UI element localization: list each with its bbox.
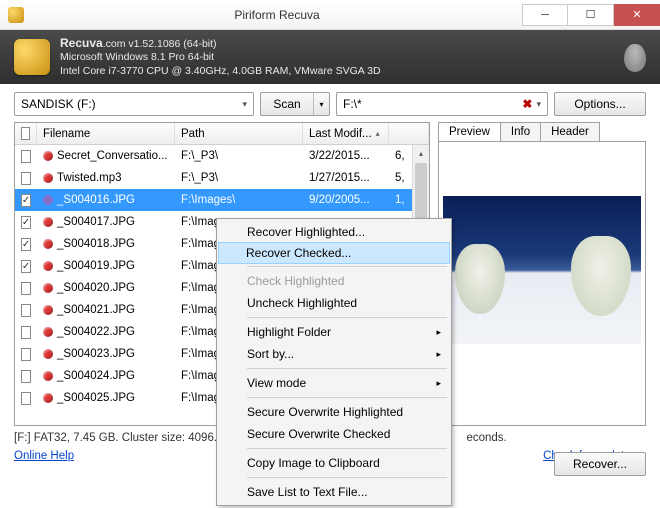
status-dot-icon: [43, 195, 53, 205]
scan-dropdown-icon[interactable]: ▾: [313, 93, 329, 115]
column-filename[interactable]: Filename: [37, 123, 175, 144]
preview-pane: [438, 141, 646, 426]
droplet-icon: [624, 44, 646, 72]
modified-cell: 1/27/2015...: [303, 172, 389, 184]
recover-button[interactable]: Recover...: [554, 452, 646, 476]
column-path[interactable]: Path: [175, 123, 303, 144]
status-dot-icon: [43, 283, 53, 293]
status-dot-icon: [43, 371, 53, 381]
list-header: Filename Path Last Modif...▴: [15, 123, 429, 145]
status-dot-icon: [43, 151, 53, 161]
filename-cell: _S004023.JPG: [57, 348, 135, 360]
tab-info[interactable]: Info: [500, 122, 541, 141]
path-cell: F:\_P3\: [175, 172, 303, 184]
menu-sort-by[interactable]: Sort by...▸: [219, 343, 449, 365]
row-checkbox[interactable]: ✓: [21, 194, 31, 207]
status-dot-icon: [43, 173, 53, 183]
hw-label: Intel Core i7-3770 CPU @ 3.40GHz, 4.0GB …: [60, 65, 381, 78]
online-help-link[interactable]: Online Help: [14, 450, 74, 462]
options-button[interactable]: Options...: [554, 92, 646, 116]
menu-copy-image[interactable]: Copy Image to Clipboard: [219, 452, 449, 474]
scroll-up-icon[interactable]: ▴: [413, 145, 429, 162]
submenu-arrow-icon: ▸: [436, 349, 441, 360]
row-checkbox[interactable]: [21, 150, 31, 163]
status-dot-icon: [43, 217, 53, 227]
filename-cell: Secret_Conversatio...: [57, 150, 168, 162]
modified-cell: 9/20/2005...: [303, 194, 389, 206]
minimize-button[interactable]: ─: [522, 4, 568, 26]
app-header: Recuva.com v1.52.1086 (64-bit) Microsoft…: [0, 30, 660, 84]
path-cell: F:\Images\: [175, 194, 303, 206]
titlebar: Piriform Recuva ─ ☐ ✕: [0, 0, 660, 30]
close-button[interactable]: ✕: [614, 4, 660, 26]
menu-check-highlighted[interactable]: Check Highlighted: [219, 270, 449, 292]
row-checkbox[interactable]: ✓: [21, 260, 31, 273]
table-row[interactable]: ✓_S004016.JPGF:\Images\9/20/2005...1,: [15, 189, 429, 211]
window-title: Piriform Recuva: [32, 8, 522, 22]
maximize-button[interactable]: ☐: [568, 4, 614, 26]
menu-highlight-folder[interactable]: Highlight Folder▸: [219, 321, 449, 343]
row-checkbox[interactable]: [21, 326, 31, 339]
menu-save-list[interactable]: Save List to Text File...: [219, 481, 449, 503]
menu-secure-overwrite-highlighted[interactable]: Secure Overwrite Highlighted: [219, 401, 449, 423]
row-checkbox[interactable]: [21, 304, 31, 317]
chevron-down-icon: ▾: [242, 99, 247, 110]
path-cell: F:\_P3\: [175, 150, 303, 162]
drive-value: SANDISK (F:): [21, 97, 96, 111]
row-checkbox[interactable]: [21, 348, 31, 361]
row-checkbox[interactable]: [21, 172, 31, 185]
recuva-logo-icon: [14, 39, 50, 75]
menu-recover-checked[interactable]: Recover Checked...: [218, 242, 450, 264]
submenu-arrow-icon: ▸: [436, 378, 441, 389]
menu-uncheck-highlighted[interactable]: Uncheck Highlighted: [219, 292, 449, 314]
status-dot-icon: [43, 239, 53, 249]
menu-view-mode[interactable]: View mode▸: [219, 372, 449, 394]
menu-recover-highlighted[interactable]: Recover Highlighted...: [219, 221, 449, 243]
row-checkbox[interactable]: ✓: [21, 238, 31, 251]
path-filter-input[interactable]: F:\* ✖ ▾: [336, 92, 548, 116]
filename-cell: _S004024.JPG: [57, 370, 135, 382]
menu-secure-overwrite-checked[interactable]: Secure Overwrite Checked: [219, 423, 449, 445]
row-checkbox[interactable]: [21, 392, 31, 405]
sort-asc-icon: ▴: [376, 129, 380, 138]
filename-cell: _S004018.JPG: [57, 238, 135, 250]
filename-cell: _S004020.JPG: [57, 282, 135, 294]
app-icon: [8, 7, 24, 23]
select-all-checkbox[interactable]: [21, 127, 30, 140]
filename-cell: _S004022.JPG: [57, 326, 135, 338]
column-modified[interactable]: Last Modif...▴: [303, 123, 389, 144]
chevron-down-icon: ▾: [536, 99, 541, 110]
status-dot-icon: [43, 349, 53, 359]
scan-button[interactable]: Scan ▾: [260, 92, 330, 116]
row-checkbox[interactable]: [21, 282, 31, 295]
brand-name: Recuva: [60, 36, 103, 50]
status-dot-icon: [43, 327, 53, 337]
submenu-arrow-icon: ▸: [436, 327, 441, 338]
tab-header[interactable]: Header: [540, 122, 600, 141]
modified-cell: 3/22/2015...: [303, 150, 389, 162]
os-label: Microsoft Windows 8.1 Pro 64-bit: [60, 51, 381, 64]
filename-cell: _S004017.JPG: [57, 216, 135, 228]
tab-preview[interactable]: Preview: [438, 122, 501, 141]
filename-cell: _S004025.JPG: [57, 392, 135, 404]
status-dot-icon: [43, 393, 53, 403]
row-checkbox[interactable]: [21, 370, 31, 383]
clear-icon[interactable]: ✖: [522, 97, 532, 111]
filename-cell: _S004016.JPG: [57, 194, 135, 206]
drive-select[interactable]: SANDISK (F:) ▾: [14, 92, 254, 116]
filename-cell: _S004021.JPG: [57, 304, 135, 316]
preview-tabs: Preview Info Header: [438, 122, 646, 141]
table-row[interactable]: Secret_Conversatio... F:\_P3\3/22/2015...…: [15, 145, 429, 167]
toolbar: SANDISK (F:) ▾ Scan ▾ F:\* ✖ ▾ Options..…: [0, 84, 660, 122]
filename-cell: _S004019.JPG: [57, 260, 135, 272]
context-menu: Recover Highlighted... Recover Checked..…: [216, 218, 452, 506]
status-dot-icon: [43, 305, 53, 315]
path-value: F:\*: [343, 97, 362, 111]
row-checkbox[interactable]: ✓: [21, 216, 31, 229]
status-dot-icon: [43, 261, 53, 271]
table-row[interactable]: Twisted.mp3F:\_P3\1/27/2015...5,: [15, 167, 429, 189]
version-label: v1.52.1086 (64-bit): [128, 38, 216, 50]
filename-cell: Twisted.mp3: [57, 172, 122, 184]
preview-image: [443, 196, 641, 344]
